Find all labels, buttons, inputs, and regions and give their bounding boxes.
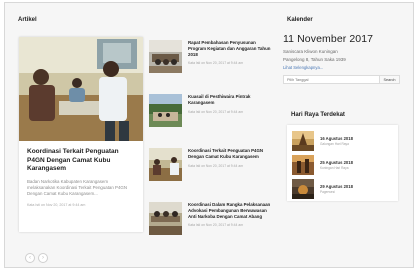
date-search-input[interactable] [283, 75, 380, 84]
calendar-widget: 11 November 2017 Saniscara Kliwon Kuning… [283, 33, 400, 84]
calendar-saka-info: Pangelong 8, Tahun Saka 1939 [283, 57, 346, 62]
holidays-section-title: Hari Raya Terdekat [291, 112, 345, 118]
holiday-thumbnail [292, 155, 314, 175]
holiday-date: 16 Agustus 2018 [320, 136, 353, 141]
holiday-name: Kuningan Hari Raya [320, 166, 349, 170]
holiday-date: 25 Agustus 2018 [320, 160, 353, 165]
list-item[interactable]: Rapat Pembahasan Penyusunan Program Kegi… [149, 40, 271, 83]
articles-section-title: Artikel [18, 17, 37, 23]
calendar-more-link[interactable]: Lihat Selengkapnya... [283, 65, 400, 70]
article-meta: Kata Isti on Nov 20, 2017 at 9:44 am [188, 109, 244, 114]
list-item[interactable]: Kuasail di Pesthiwaira Pintrak Karangase… [149, 94, 271, 137]
featured-article-photo[interactable] [19, 37, 143, 141]
calendar-search: Search [283, 75, 400, 84]
holiday-item[interactable]: 29 Agustus 2018 Pagerwesi [292, 178, 393, 200]
calendar-section-title: Kalender [287, 17, 313, 23]
article-list: Rapat Pembahasan Penyusunan Program Kegi… [149, 40, 271, 269]
article-thumbnail[interactable] [149, 148, 182, 181]
carousel-pager: ‹ › [25, 253, 48, 263]
article-title[interactable]: Rapat Pembahasan Penyusunan Program Kegi… [188, 40, 271, 57]
featured-article-meta: Kata Isti on Nov 20, 2017 at 9:44 am [27, 202, 86, 207]
article-thumbnail[interactable] [149, 40, 182, 73]
holidays-card: 16 Agustus 2018 Galungan Hari Raya 25 Ag… [287, 125, 398, 201]
date-search-button[interactable]: Search [380, 75, 400, 84]
article-title[interactable]: Koordinasi Dalam Rangka Pelaksanaan Advo… [188, 202, 271, 219]
chevron-left-icon[interactable]: ‹ [25, 253, 35, 263]
calendar-day-info: Saniscara Kliwon Kuningan [283, 49, 338, 54]
article-thumbnail[interactable] [149, 202, 182, 235]
holiday-item[interactable]: 25 Agustus 2018 Kuningan Hari Raya [292, 154, 393, 176]
holiday-thumbnail [292, 179, 314, 199]
article-thumbnail[interactable] [149, 94, 182, 127]
holiday-thumbnail [292, 131, 314, 151]
article-title[interactable]: Koordinasi Terkait Penguatan P4GN Dengan… [188, 148, 271, 160]
article-meta: Kata Isti on Nov 20, 2017 at 9:44 am [188, 223, 244, 228]
featured-article-excerpt: Badan Narkotika Kabupaten Karangasem mel… [27, 178, 127, 196]
list-item[interactable]: Koordinasi Dalam Rangka Pelaksanaan Advo… [149, 202, 271, 258]
calendar-date: 11 November 2017 [283, 33, 374, 45]
article-meta: Kata Isti on Nov 20, 2017 at 9:44 am [188, 163, 244, 168]
article-title[interactable]: Kuasail di Pesthiwaira Pintrak Karangase… [188, 94, 271, 106]
holiday-item[interactable]: 16 Agustus 2018 Galungan Hari Raya [292, 130, 393, 152]
chevron-right-icon[interactable]: › [38, 253, 48, 263]
holiday-name: Pagerwesi [320, 190, 335, 194]
article-meta: Kata Isti on Nov 20, 2017 at 9:44 am [188, 61, 244, 66]
featured-article-card[interactable]: Koordinasi Terkait Penguatan P4GN Dengan… [19, 37, 143, 232]
holiday-name: Galungan Hari Raya [320, 142, 349, 146]
featured-article-title[interactable]: Koordinasi Terkait Penguatan P4GN Dengan… [27, 148, 135, 174]
list-item[interactable]: Koordinasi Terkait Penguatan P4GN Dengan… [149, 148, 271, 191]
holiday-date: 29 Agustus 2018 [320, 184, 353, 189]
